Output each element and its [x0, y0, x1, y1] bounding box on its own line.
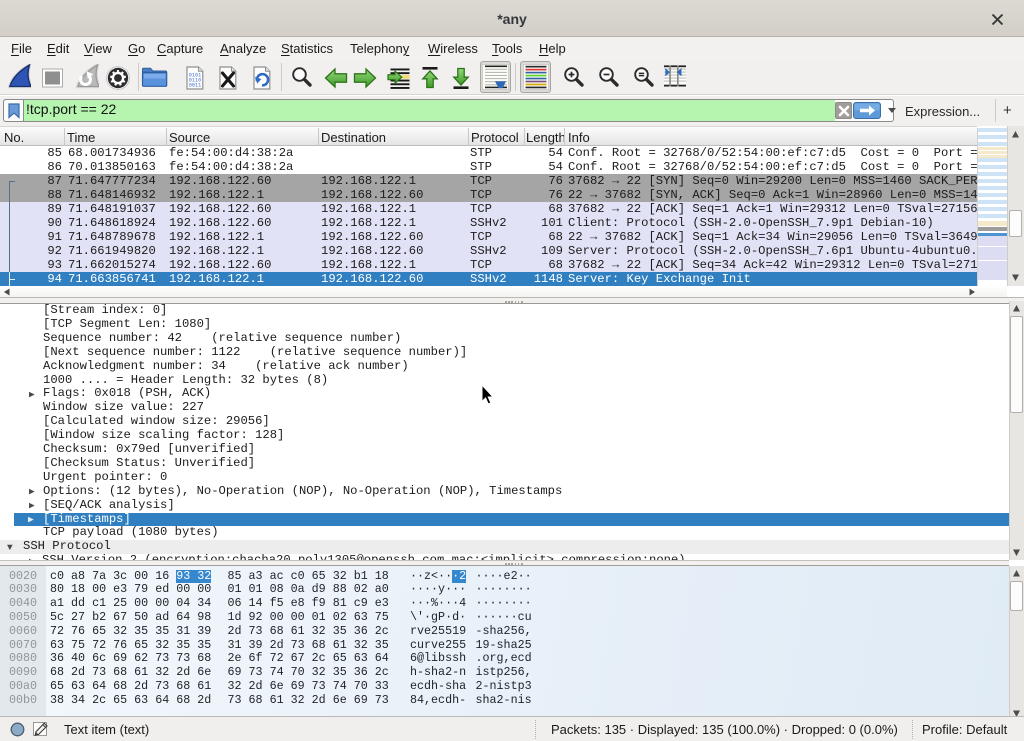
svg-text:0011: 0011	[189, 82, 201, 88]
